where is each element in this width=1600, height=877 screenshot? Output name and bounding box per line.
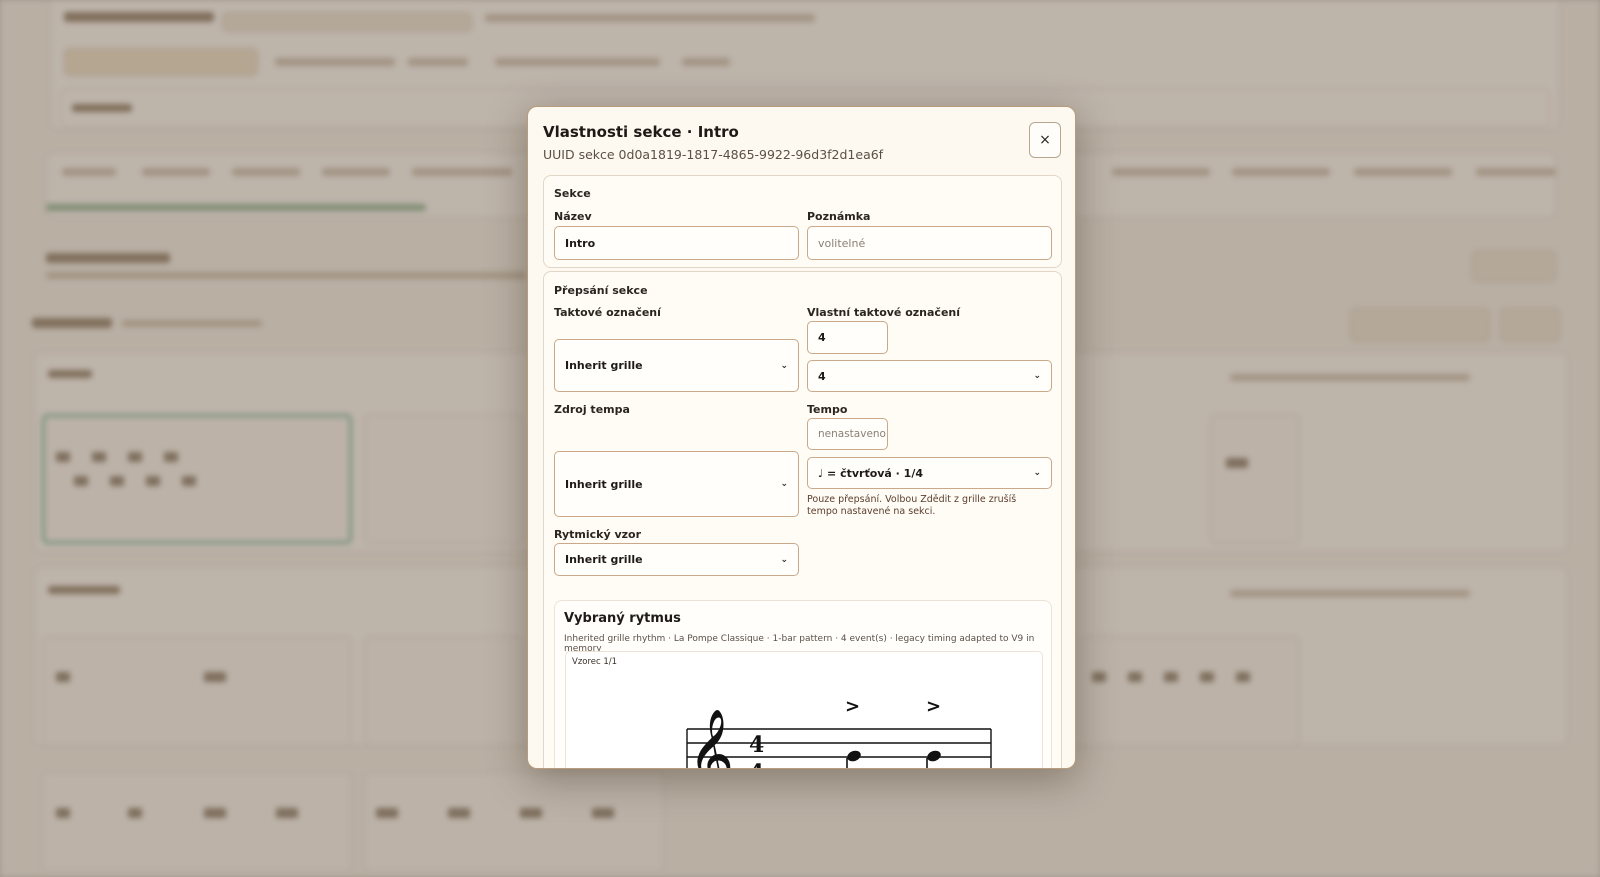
chevron-down-icon: ⌄ bbox=[780, 479, 788, 489]
tempo-label: Tempo bbox=[807, 403, 848, 416]
tempo-input[interactable]: nenastaveno bbox=[807, 418, 888, 450]
tempo-source-label: Zdroj tempa bbox=[554, 403, 630, 416]
selected-rhythm-title: Vybraný rytmus bbox=[564, 611, 681, 626]
override-fieldset: Přepsání sekce Taktové označení Inherit … bbox=[543, 271, 1062, 769]
dialog-title: Vlastnosti sekce · Intro bbox=[543, 123, 739, 141]
tempo-unit-value: ♩ = čtvrťová · 1/4 bbox=[818, 466, 924, 480]
section-fieldset: Sekce Název Intro Poznámka volitelné bbox=[543, 175, 1062, 268]
note-head bbox=[926, 750, 941, 768]
time-signature-select[interactable]: Inherit grille ⌄ bbox=[554, 339, 799, 392]
accent-mark: > bbox=[845, 696, 860, 717]
note-label: Poznámka bbox=[807, 210, 871, 223]
chevron-down-icon: ⌄ bbox=[780, 554, 788, 565]
close-button[interactable]: × bbox=[1029, 122, 1061, 158]
chevron-down-icon: ⌄ bbox=[1033, 468, 1041, 478]
rhythm-pattern-label: Rytmický vzor bbox=[554, 528, 642, 541]
chevron-down-icon: ⌄ bbox=[780, 360, 788, 371]
note-head bbox=[846, 750, 861, 768]
custom-numerator-input[interactable]: 4 bbox=[807, 321, 888, 354]
tempo-source-value: Inherit grille bbox=[565, 477, 643, 491]
dialog-header: Vlastnosti sekce · Intro UUID sekce 0d0a… bbox=[543, 123, 1060, 162]
note-input[interactable]: volitelné bbox=[807, 226, 1052, 260]
tempo-source-select[interactable]: Inherit grille ⌄ bbox=[554, 451, 799, 517]
custom-time-signature-label: Vlastní taktové označení bbox=[807, 306, 961, 319]
custom-denominator-value: 4 bbox=[818, 369, 826, 383]
override-heading: Přepsání sekce bbox=[554, 284, 648, 297]
tempo-help-text: Pouze přepsání. Volbou Zdědit z grille z… bbox=[807, 494, 1017, 517]
close-icon: × bbox=[1039, 132, 1051, 148]
tempo-unit-select[interactable]: ♩ = čtvrťová · 1/4 ⌄ bbox=[807, 457, 1052, 489]
time-signature-value: Inherit grille bbox=[565, 359, 643, 372]
time-signature-label: Taktové označení bbox=[554, 306, 661, 319]
section-uuid: UUID sekce 0d0a1819-1817-4865-9922-96d3f… bbox=[543, 147, 884, 162]
score-preview: Vzorec 1/1 𝄞 4 4 > > bbox=[565, 651, 1043, 769]
time-signature-bottom: 4 bbox=[749, 760, 764, 769]
time-signature-top: 4 bbox=[749, 732, 764, 758]
treble-clef-icon: 𝄞 bbox=[688, 709, 734, 769]
chevron-down-icon: ⌄ bbox=[1033, 371, 1041, 381]
name-input[interactable]: Intro bbox=[554, 226, 799, 260]
rhythm-pattern-value: Inherit grille bbox=[565, 553, 643, 566]
section-properties-dialog: Vlastnosti sekce · Intro UUID sekce 0d0a… bbox=[527, 106, 1076, 769]
section-heading: Sekce bbox=[554, 187, 591, 200]
rhythm-pattern-select[interactable]: Inherit grille ⌄ bbox=[554, 543, 799, 576]
name-label: Název bbox=[554, 210, 592, 223]
staff-notation: 𝄞 4 4 > > bbox=[686, 696, 992, 769]
custom-denominator-select[interactable]: 4 ⌄ bbox=[807, 360, 1052, 392]
accent-mark: > bbox=[926, 696, 941, 717]
selected-rhythm-panel: Vybraný rytmus Inherited grille rhythm ·… bbox=[554, 600, 1052, 769]
